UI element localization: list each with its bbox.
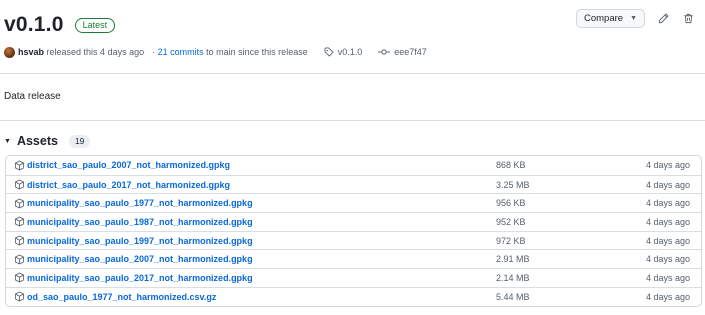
commit-sha-link[interactable]: eee7f47 bbox=[394, 47, 427, 57]
caret-down-icon: ▼ bbox=[630, 15, 637, 22]
asset-name[interactable]: district_sao_paulo_2007_not_harmonized.g… bbox=[27, 160, 230, 170]
release-title[interactable]: v0.1.0 bbox=[4, 13, 64, 37]
asset-size: 2.14 MB bbox=[496, 272, 530, 283]
asset-size: 956 KB bbox=[496, 198, 526, 209]
released-text: released this 4 days ago bbox=[46, 47, 145, 57]
assets-list: district_sao_paulo_2007_not_harmonized.g… bbox=[5, 155, 702, 307]
divider bbox=[0, 120, 705, 121]
asset-row: district_sao_paulo_2007_not_harmonized.g… bbox=[6, 156, 701, 175]
package-icon bbox=[14, 235, 27, 246]
asset-link[interactable]: od_sao_paulo_1977_not_harmonized.csv.gz bbox=[6, 291, 496, 302]
asset-name[interactable]: municipality_sao_paulo_1977_not_harmoniz… bbox=[27, 198, 253, 208]
asset-link[interactable]: municipality_sao_paulo_2017_not_harmoniz… bbox=[6, 272, 496, 283]
asset-date: 4 days ago bbox=[645, 160, 690, 171]
asset-date: 4 days ago bbox=[645, 198, 690, 209]
divider bbox=[0, 73, 705, 74]
pencil-icon[interactable] bbox=[656, 12, 670, 26]
asset-row: od_sao_paulo_1977_not_harmonized.csv.gz 5… bbox=[6, 286, 701, 306]
commits-suffix: to main since this release bbox=[206, 47, 308, 57]
compare-button[interactable]: Compare ▼ bbox=[575, 9, 645, 28]
author-link[interactable]: hsvab bbox=[18, 47, 44, 57]
commits-link[interactable]: 21 commits bbox=[158, 47, 204, 57]
asset-link[interactable]: district_sao_paulo_2007_not_harmonized.g… bbox=[6, 160, 496, 171]
asset-date: 4 days ago bbox=[645, 179, 690, 190]
asset-name[interactable]: municipality_sao_paulo_1997_not_harmoniz… bbox=[27, 236, 253, 246]
asset-size: 972 KB bbox=[496, 235, 526, 246]
asset-row: district_sao_paulo_2017_not_harmonized.g… bbox=[6, 174, 701, 194]
asset-link[interactable]: municipality_sao_paulo_1987_not_harmoniz… bbox=[6, 216, 496, 227]
release-header: v0.1.0 Latest bbox=[4, 8, 116, 42]
tag-link[interactable]: v0.1.0 bbox=[338, 47, 363, 57]
asset-date: 4 days ago bbox=[645, 216, 690, 227]
asset-name[interactable]: od_sao_paulo_1977_not_harmonized.csv.gz bbox=[27, 292, 216, 302]
asset-date: 4 days ago bbox=[645, 235, 690, 246]
asset-size: 952 KB bbox=[496, 216, 526, 227]
asset-link[interactable]: municipality_sao_paulo_1977_not_harmoniz… bbox=[6, 198, 496, 209]
asset-name[interactable]: district_sao_paulo_2017_not_harmonized.g… bbox=[27, 180, 230, 190]
asset-link[interactable]: municipality_sao_paulo_2007_not_harmoniz… bbox=[6, 254, 496, 265]
asset-link[interactable]: district_sao_paulo_2017_not_harmonized.g… bbox=[6, 179, 496, 190]
asset-name[interactable]: municipality_sao_paulo_2017_not_harmoniz… bbox=[27, 273, 253, 283]
package-icon bbox=[14, 254, 27, 265]
latest-badge: Latest bbox=[74, 17, 116, 33]
asset-size: 868 KB bbox=[496, 160, 526, 171]
package-icon bbox=[14, 291, 27, 302]
assets-count-badge: 19 bbox=[68, 134, 91, 148]
release-body: Data release bbox=[4, 91, 61, 102]
assets-toggle[interactable]: ▼ Assets 19 bbox=[4, 134, 91, 148]
package-icon bbox=[14, 216, 27, 227]
git-commit-icon bbox=[378, 49, 391, 55]
triangle-down-icon: ▼ bbox=[4, 137, 11, 145]
package-icon bbox=[14, 198, 27, 209]
asset-name[interactable]: municipality_sao_paulo_2007_not_harmoniz… bbox=[27, 254, 253, 264]
asset-row: municipality_sao_paulo_2007_not_harmoniz… bbox=[6, 249, 701, 268]
asset-row: municipality_sao_paulo_2017_not_harmoniz… bbox=[6, 268, 701, 287]
package-icon bbox=[14, 160, 27, 171]
asset-row: municipality_sao_paulo_1997_not_harmoniz… bbox=[6, 230, 701, 250]
package-icon bbox=[14, 272, 27, 283]
asset-date: 4 days ago bbox=[645, 291, 690, 302]
avatar[interactable] bbox=[4, 46, 15, 58]
assets-title: Assets bbox=[16, 134, 58, 148]
release-actions: Compare ▼ bbox=[575, 9, 695, 28]
trash-icon[interactable] bbox=[681, 12, 695, 26]
tag-icon bbox=[324, 47, 334, 57]
compare-label: Compare bbox=[583, 13, 624, 24]
asset-date: 4 days ago bbox=[645, 254, 690, 265]
release-meta: hsvab released this 4 days ago · 21 comm… bbox=[4, 44, 427, 60]
asset-row: municipality_sao_paulo_1977_not_harmoniz… bbox=[6, 193, 701, 212]
asset-size: 5.44 MB bbox=[496, 291, 530, 302]
asset-row: municipality_sao_paulo_1987_not_harmoniz… bbox=[6, 212, 701, 231]
asset-size: 3.25 MB bbox=[496, 179, 530, 190]
asset-size: 2.91 MB bbox=[496, 254, 530, 265]
package-icon bbox=[14, 179, 27, 190]
asset-name[interactable]: municipality_sao_paulo_1987_not_harmoniz… bbox=[27, 217, 253, 227]
asset-date: 4 days ago bbox=[645, 272, 690, 283]
asset-link[interactable]: municipality_sao_paulo_1997_not_harmoniz… bbox=[6, 235, 496, 246]
